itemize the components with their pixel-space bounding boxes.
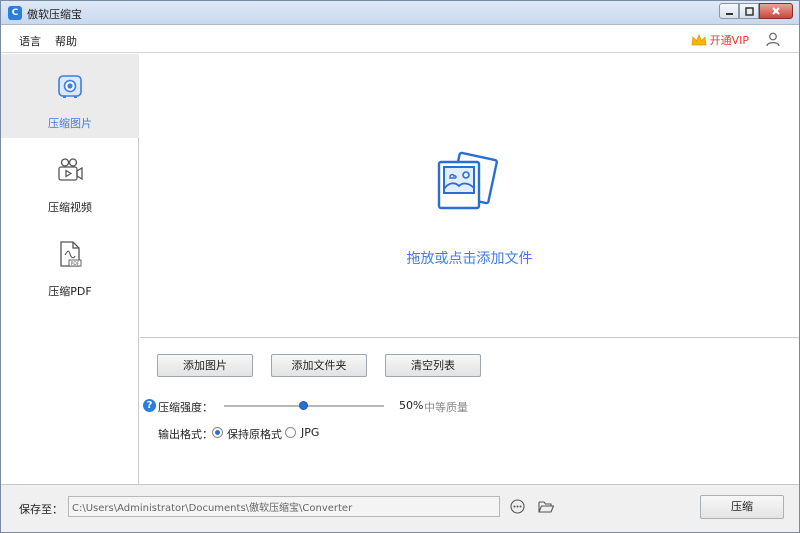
sidebar: 压缩图片 压缩视频 PDF 压缩PDF <box>1 54 139 484</box>
strength-value: 50% <box>399 399 424 412</box>
drop-zone[interactable]: 拖放或点击添加文件 <box>140 54 799 338</box>
sidebar-item-label: 压缩视频 <box>48 201 92 214</box>
sidebar-item-label: 压缩PDF <box>48 285 92 298</box>
save-path-field[interactable] <box>68 496 500 517</box>
compress-button[interactable]: 压缩 <box>700 495 784 519</box>
crown-icon <box>691 33 707 45</box>
window-title: 傲软压缩宝 <box>27 8 82 21</box>
maximize-button[interactable] <box>739 3 759 19</box>
sidebar-item-label: 压缩图片 <box>48 117 92 130</box>
quality-label: 中等质量 <box>424 401 468 414</box>
close-button[interactable] <box>759 3 793 19</box>
minimize-icon <box>725 12 733 15</box>
menu-help[interactable]: 帮助 <box>55 33 77 49</box>
images-icon <box>437 151 498 210</box>
sidebar-item-compress-video[interactable]: 压缩视频 <box>1 138 139 222</box>
settings-panel: 添加图片 添加文件夹 清空列表 ? 压缩强度： 50% 中等质量 输出格式： 保… <box>140 339 799 484</box>
format-jpg-radio[interactable] <box>285 427 296 438</box>
maximize-icon <box>744 6 754 16</box>
user-icon[interactable] <box>765 31 781 47</box>
app-logo-icon: C <box>8 6 22 20</box>
save-to-label: 保存至： <box>19 503 63 516</box>
video-camera-icon <box>58 158 83 181</box>
menu-bar: 语言 帮助 开通VIP <box>1 26 799 53</box>
output-bar: 保存至： 压缩 <box>1 484 799 532</box>
title-bar: C 傲软压缩宝 <box>1 1 799 25</box>
clear-list-button[interactable]: 清空列表 <box>385 354 481 377</box>
format-label: 输出格式： <box>158 428 213 441</box>
minimize-button[interactable] <box>719 3 739 19</box>
strength-slider-thumb[interactable] <box>299 401 308 410</box>
app-window: C 傲软压缩宝 语言 帮助 开通VIP 压缩图片 压缩视频 PDF 压缩PDF … <box>0 0 800 533</box>
vip-button[interactable]: 开通VIP <box>691 32 749 48</box>
pdf-icon: PDF <box>60 241 82 267</box>
strength-label: 压缩强度： <box>158 401 213 414</box>
more-options-icon[interactable] <box>510 499 525 514</box>
camera-icon <box>58 75 82 98</box>
help-icon[interactable]: ? <box>143 399 156 412</box>
folder-open-icon[interactable] <box>538 499 554 514</box>
format-jpg-label[interactable]: JPG <box>301 426 319 439</box>
svg-text:PDF: PDF <box>71 261 80 267</box>
add-image-button[interactable]: 添加图片 <box>157 354 253 377</box>
add-folder-button[interactable]: 添加文件夹 <box>271 354 367 377</box>
drop-zone-text: 拖放或点击添加文件 <box>406 251 533 267</box>
close-icon <box>772 7 780 15</box>
window-controls <box>719 3 793 19</box>
format-original-radio[interactable] <box>212 427 223 438</box>
format-original-label[interactable]: 保持原格式 <box>227 426 282 442</box>
sidebar-item-compress-pdf[interactable]: PDF 压缩PDF <box>1 222 139 306</box>
vip-label: 开通VIP <box>709 34 749 47</box>
sidebar-item-compress-image[interactable]: 压缩图片 <box>1 54 139 138</box>
menu-language[interactable]: 语言 <box>19 33 41 49</box>
